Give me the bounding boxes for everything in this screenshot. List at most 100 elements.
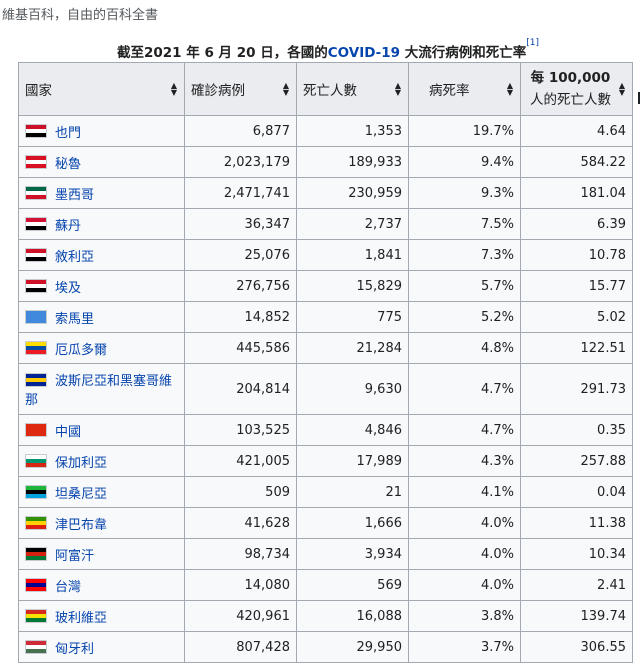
cases-cell: 6,877 xyxy=(184,115,297,147)
country-link[interactable]: 津巴布韋 xyxy=(55,518,107,533)
flag-icon xyxy=(25,485,47,499)
table-body: 也門 6,877 1,353 19.7% 4.64 秘魯 2,023,179 189,933 9… xyxy=(18,115,633,663)
cases-cell: 807,428 xyxy=(184,631,297,663)
table-row: 阿富汗 98,734 3,934 4.0% 10.34 xyxy=(18,538,633,570)
header-country[interactable]: 國家 ▲ ▼ xyxy=(18,62,185,116)
country-link[interactable]: 秘魯 xyxy=(55,157,81,172)
header-cases[interactable]: 確診病例 ▲ ▼ xyxy=(184,62,297,116)
flag-icon xyxy=(25,423,47,437)
header-per100k[interactable]: 每 100,000 人的死亡人數 ▲ ▼ xyxy=(520,62,633,116)
cfr-cell: 9.4% xyxy=(408,146,521,178)
cases-cell: 204,814 xyxy=(184,363,297,415)
country-link[interactable]: 墨西哥 xyxy=(55,188,94,203)
table-row: 秘魯 2,023,179 189,933 9.4% 584.22 xyxy=(18,146,633,178)
country-link[interactable]: 台灣 xyxy=(55,580,81,595)
flag-icon xyxy=(25,155,47,169)
cfr-cell: 3.7% xyxy=(408,631,521,663)
header-deaths-label: 死亡人數 xyxy=(303,83,357,99)
sort-icon[interactable]: ▲ ▼ xyxy=(171,82,177,97)
cases-cell: 445,586 xyxy=(184,332,297,364)
flag-icon xyxy=(25,454,47,468)
flag-icon xyxy=(25,372,47,387)
cases-cell: 2,471,741 xyxy=(184,177,297,209)
deaths-cell: 16,088 xyxy=(296,600,409,632)
per100k-cell: 15.77 xyxy=(520,270,633,302)
sort-icon[interactable]: ▲ ▼ xyxy=(395,82,401,97)
cfr-cell: 4.1% xyxy=(408,476,521,508)
cases-cell: 25,076 xyxy=(184,239,297,271)
deaths-cell: 1,353 xyxy=(296,115,409,147)
per100k-cell: 4.64 xyxy=(520,115,633,147)
country-cell: 埃及 xyxy=(18,270,185,302)
cfr-cell: 4.7% xyxy=(408,363,521,415)
country-link[interactable]: 中國 xyxy=(55,425,81,440)
country-link[interactable]: 索馬里 xyxy=(55,312,94,327)
country-link[interactable]: 敘利亞 xyxy=(55,250,94,265)
country-link[interactable]: 阿富汗 xyxy=(55,549,94,564)
flag-icon xyxy=(25,516,47,530)
country-link[interactable]: 蘇丹 xyxy=(55,219,81,234)
sort-icon[interactable]: ▲ ▼ xyxy=(283,82,289,97)
per100k-cell: 0.04 xyxy=(520,476,633,508)
flag-icon xyxy=(25,341,47,355)
covid-link[interactable]: COVID-19 xyxy=(328,45,400,61)
per100k-cell: 0.35 xyxy=(520,414,633,446)
per100k-cell: 2.41 xyxy=(520,569,633,601)
per100k-cell: 181.04 xyxy=(520,177,633,209)
site-subtitle: 維基百科，自由的百科全書 xyxy=(2,8,159,23)
header-row: 國家 ▲ ▼ 確診病例 ▲ ▼ 死亡人數 ▲ ▼ 病死率 ▲ ▼ 每 100,000 人… xyxy=(18,62,633,116)
cases-cell: 276,756 xyxy=(184,270,297,302)
country-link[interactable]: 保加利亞 xyxy=(55,456,107,471)
country-link[interactable]: 匈牙利 xyxy=(55,642,94,657)
sort-icon[interactable]: ▲ ▼ xyxy=(619,82,625,97)
table-row: 波斯尼亞和黑塞哥維那 204,814 9,630 4.7% 291.73 xyxy=(18,363,633,415)
country-link[interactable]: 坦桑尼亞 xyxy=(55,487,107,502)
cfr-cell: 3.8% xyxy=(408,600,521,632)
country-cell: 墨西哥 xyxy=(18,177,185,209)
per100k-cell: 10.34 xyxy=(520,538,633,570)
country-cell: 匈牙利 xyxy=(18,631,185,663)
country-link[interactable]: 波斯尼亞和黑塞哥維那 xyxy=(25,374,172,408)
header-cfr-label: 病死率 xyxy=(429,83,470,99)
caption-suffix: 大流行病例和死亡率 xyxy=(400,45,527,61)
deaths-cell: 9,630 xyxy=(296,363,409,415)
country-cell: 波斯尼亞和黑塞哥維那 xyxy=(18,363,185,415)
sort-icon[interactable]: ▲ ▼ xyxy=(507,82,513,97)
deaths-cell: 230,959 xyxy=(296,177,409,209)
country-link[interactable]: 玻利維亞 xyxy=(55,611,107,626)
table-row: 玻利維亞 420,961 16,088 3.8% 139.74 xyxy=(18,600,633,632)
table-row: 匈牙利 807,428 29,950 3.7% 306.55 xyxy=(18,631,633,663)
header-country-label: 國家 xyxy=(25,83,52,99)
deaths-cell: 21 xyxy=(296,476,409,508)
header-cfr[interactable]: 病死率 ▲ ▼ xyxy=(408,62,521,116)
caption-prefix: 截至2021 年 6 月 20 日，各國的 xyxy=(116,45,328,61)
cases-cell: 509 xyxy=(184,476,297,508)
cfr-cell: 4.7% xyxy=(408,414,521,446)
cfr-cell: 19.7% xyxy=(408,115,521,147)
cfr-cell: 4.0% xyxy=(408,507,521,539)
deaths-cell: 4,846 xyxy=(296,414,409,446)
table-row: 埃及 276,756 15,829 5.7% 15.77 xyxy=(18,270,633,302)
deaths-cell: 569 xyxy=(296,569,409,601)
country-link[interactable]: 埃及 xyxy=(55,281,81,296)
table-row: 保加利亞 421,005 17,989 4.3% 257.88 xyxy=(18,445,633,477)
flag-icon xyxy=(25,217,47,231)
deaths-cell: 189,933 xyxy=(296,146,409,178)
cases-cell: 36,347 xyxy=(184,208,297,240)
cases-cell: 421,005 xyxy=(184,445,297,477)
table-row: 台灣 14,080 569 4.0% 2.41 xyxy=(18,569,633,601)
flag-icon xyxy=(25,578,47,592)
header-deaths[interactable]: 死亡人數 ▲ ▼ xyxy=(296,62,409,116)
country-link[interactable]: 也門 xyxy=(55,126,81,141)
cfr-cell: 5.7% xyxy=(408,270,521,302)
reference-link[interactable]: [1] xyxy=(526,38,539,48)
country-cell: 津巴布韋 xyxy=(18,507,185,539)
cases-cell: 103,525 xyxy=(184,414,297,446)
table-row: 津巴布韋 41,628 1,666 4.0% 11.38 xyxy=(18,507,633,539)
header-per100k-line1: 每 100,000 xyxy=(530,70,611,86)
covid-table: 國家 ▲ ▼ 確診病例 ▲ ▼ 死亡人數 ▲ ▼ 病死率 ▲ ▼ 每 100,000 人… xyxy=(18,62,633,663)
country-link[interactable]: 厄瓜多爾 xyxy=(55,343,107,358)
cfr-cell: 4.3% xyxy=(408,445,521,477)
country-cell: 敘利亞 xyxy=(18,239,185,271)
table-row: 厄瓜多爾 445,586 21,284 4.8% 122.51 xyxy=(18,332,633,364)
